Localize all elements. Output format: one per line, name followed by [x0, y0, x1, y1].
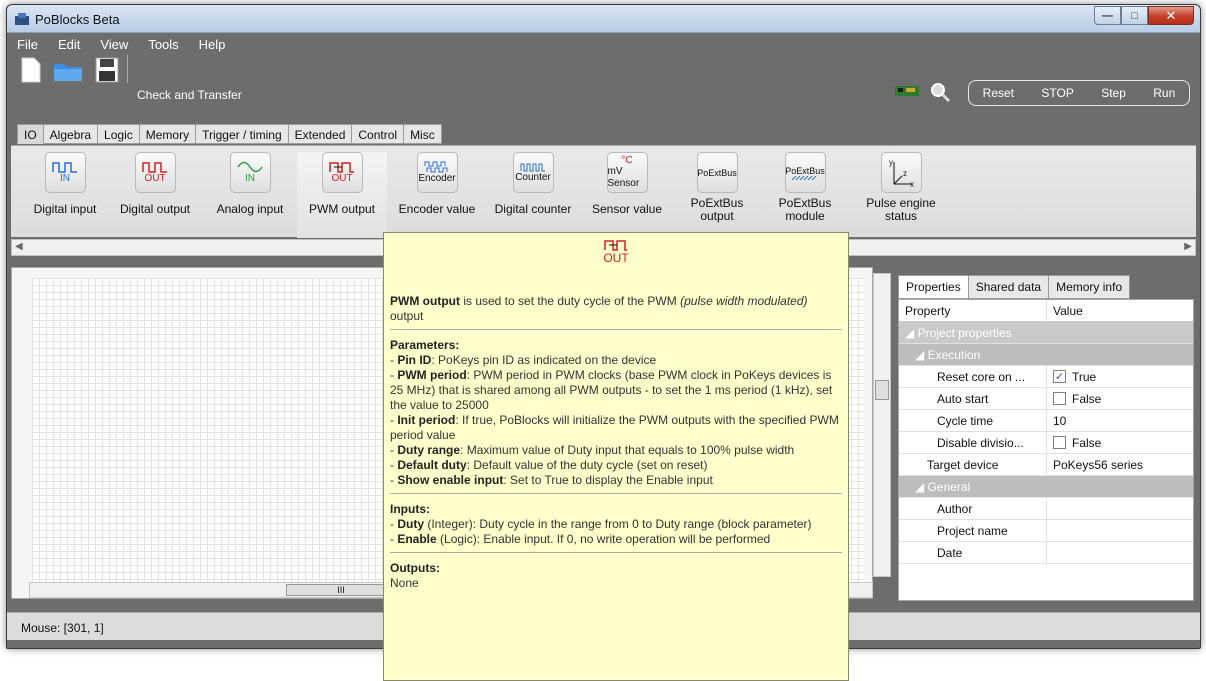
tab-algebra[interactable]: Algebra: [43, 124, 99, 144]
tab-control[interactable]: Control: [352, 124, 405, 144]
block-tooltip: OUT PWM output is used to set the duty c…: [383, 232, 849, 681]
disable-division-checkbox[interactable]: [1053, 436, 1066, 449]
menu-view[interactable]: View: [90, 37, 138, 52]
group-project-properties[interactable]: ◢ Project properties: [899, 322, 1193, 344]
group-execution[interactable]: ◢ Execution: [899, 344, 1193, 366]
close-button[interactable]: ✕: [1148, 6, 1194, 25]
tab-shared-data[interactable]: Shared data: [968, 275, 1050, 299]
block-encoder-value[interactable]: Encoder Encoder value: [391, 152, 483, 216]
property-grid: Property Value ◢ Project properties ◢ Ex…: [898, 299, 1194, 601]
tooltip-outputs: Outputs: None: [390, 561, 440, 590]
block-digital-output[interactable]: OUT Digital output: [109, 152, 201, 216]
counter-icon: Counter: [512, 152, 554, 193]
new-file-icon[interactable]: [21, 57, 41, 83]
mouse-position: Mouse: [301, 1]: [21, 621, 104, 635]
property-row-reset-core[interactable]: Reset core on ... ✓ True: [899, 366, 1193, 388]
stop-button[interactable]: STOP: [1041, 86, 1073, 100]
block-pwm-output[interactable]: OUT PWM output: [297, 152, 387, 238]
block-pulse-engine-status[interactable]: yzx Pulse engine status: [855, 152, 947, 223]
device-board-icon[interactable]: [895, 83, 919, 99]
run-controls: Reset STOP Step Run: [968, 80, 1190, 106]
svg-text:x: x: [910, 180, 914, 188]
property-row-cycle-time[interactable]: Cycle time 10: [899, 410, 1193, 432]
maximize-button[interactable]: □: [1121, 6, 1148, 25]
analog-input-icon: IN: [229, 152, 271, 193]
encoder-icon: Encoder: [416, 152, 458, 193]
app-icon: [15, 13, 29, 25]
property-row-author[interactable]: Author: [899, 498, 1193, 520]
reset-button[interactable]: Reset: [983, 86, 1014, 100]
search-icon[interactable]: [929, 81, 951, 103]
canvas-vertical-scrollbar[interactable]: [873, 273, 891, 577]
tooltip-inputs: Inputs: - Duty (Integer): Duty cycle in …: [390, 502, 812, 546]
tooltip-intro: PWM output is used to set the duty cycle…: [390, 294, 808, 323]
tab-trigger-timing[interactable]: Trigger / timing: [196, 124, 289, 144]
tab-extended[interactable]: Extended: [288, 124, 353, 144]
horizontal-scroll-thumb[interactable]: III: [286, 584, 396, 596]
menu-bar: File Edit View Tools Help: [7, 33, 1200, 55]
svg-text:z: z: [903, 169, 907, 178]
tab-properties[interactable]: Properties: [898, 275, 969, 299]
block-sensor-value[interactable]: °C mV Sensor Sensor value: [585, 152, 669, 216]
window-title: PoBlocks Beta: [35, 12, 120, 27]
tab-misc[interactable]: Misc: [404, 124, 442, 144]
menu-file[interactable]: File: [7, 37, 48, 52]
block-digital-input[interactable]: IN Digital input: [23, 152, 107, 216]
tab-memory[interactable]: Memory: [139, 124, 197, 144]
open-folder-icon[interactable]: [53, 60, 83, 82]
block-poextbus-module[interactable]: PoExtBus PoExtBus module: [763, 152, 847, 223]
scroll-right-icon[interactable]: ▶: [1184, 241, 1192, 252]
axes-icon: y zx: [880, 152, 922, 193]
digital-output-icon: OUT: [134, 152, 176, 193]
property-row-date[interactable]: Date: [899, 542, 1193, 564]
menu-help[interactable]: Help: [189, 37, 236, 52]
title-bar[interactable]: PoBlocks Beta — □ ✕: [7, 5, 1200, 33]
block-analog-input[interactable]: IN Analog input: [207, 152, 293, 216]
tab-memory-info[interactable]: Memory info: [1049, 275, 1131, 299]
scroll-left-icon[interactable]: ◀: [15, 241, 23, 252]
block-ribbon: IN Digital input OUT Digital output IN A…: [11, 145, 1196, 238]
step-button[interactable]: Step: [1101, 86, 1126, 100]
block-digital-counter[interactable]: Counter Digital counter: [487, 152, 579, 216]
property-row-disable-division[interactable]: Disable divisio... False: [899, 432, 1193, 454]
property-grid-header: Property Value: [899, 300, 1193, 322]
property-row-target-device[interactable]: Target device PoKeys56 series: [899, 454, 1193, 476]
tab-logic[interactable]: Logic: [98, 124, 140, 144]
auto-start-checkbox[interactable]: [1053, 392, 1066, 405]
pwm-output-icon: OUT: [321, 152, 363, 193]
group-general[interactable]: ◢ General: [899, 476, 1193, 498]
tooltip-parameters: Parameters: - Pin ID: PoKeys pin ID as i…: [390, 338, 839, 487]
menu-edit[interactable]: Edit: [48, 37, 90, 52]
svg-text:y: y: [889, 158, 893, 167]
reset-core-checkbox[interactable]: ✓: [1053, 370, 1066, 383]
run-button[interactable]: Run: [1153, 86, 1175, 100]
check-and-transfer-button[interactable]: Check and Transfer: [137, 88, 242, 102]
menu-tools[interactable]: Tools: [138, 37, 188, 52]
toolbar-separator: [127, 55, 128, 83]
poextbus-module-icon: PoExtBus: [784, 152, 826, 193]
property-row-auto-start[interactable]: Auto start False: [899, 388, 1193, 410]
digital-input-icon: IN: [44, 152, 86, 193]
tooltip-pwm-icon: OUT: [390, 239, 842, 266]
sensor-icon: °C mV Sensor: [606, 152, 648, 193]
properties-panel: Properties Shared data Memory info Prope…: [898, 275, 1194, 601]
block-poextbus-output[interactable]: PoExtBus PoExtBus output: [675, 152, 759, 223]
property-row-project-name[interactable]: Project name: [899, 520, 1193, 542]
tab-io[interactable]: IO: [17, 124, 44, 144]
save-icon[interactable]: [95, 57, 119, 83]
minimize-button[interactable]: —: [1094, 6, 1121, 25]
poextbus-output-icon: PoExtBus: [696, 152, 738, 193]
vertical-scroll-thumb[interactable]: [875, 380, 889, 400]
ribbon-tabs: IO Algebra Logic Memory Trigger / timing…: [17, 124, 442, 144]
